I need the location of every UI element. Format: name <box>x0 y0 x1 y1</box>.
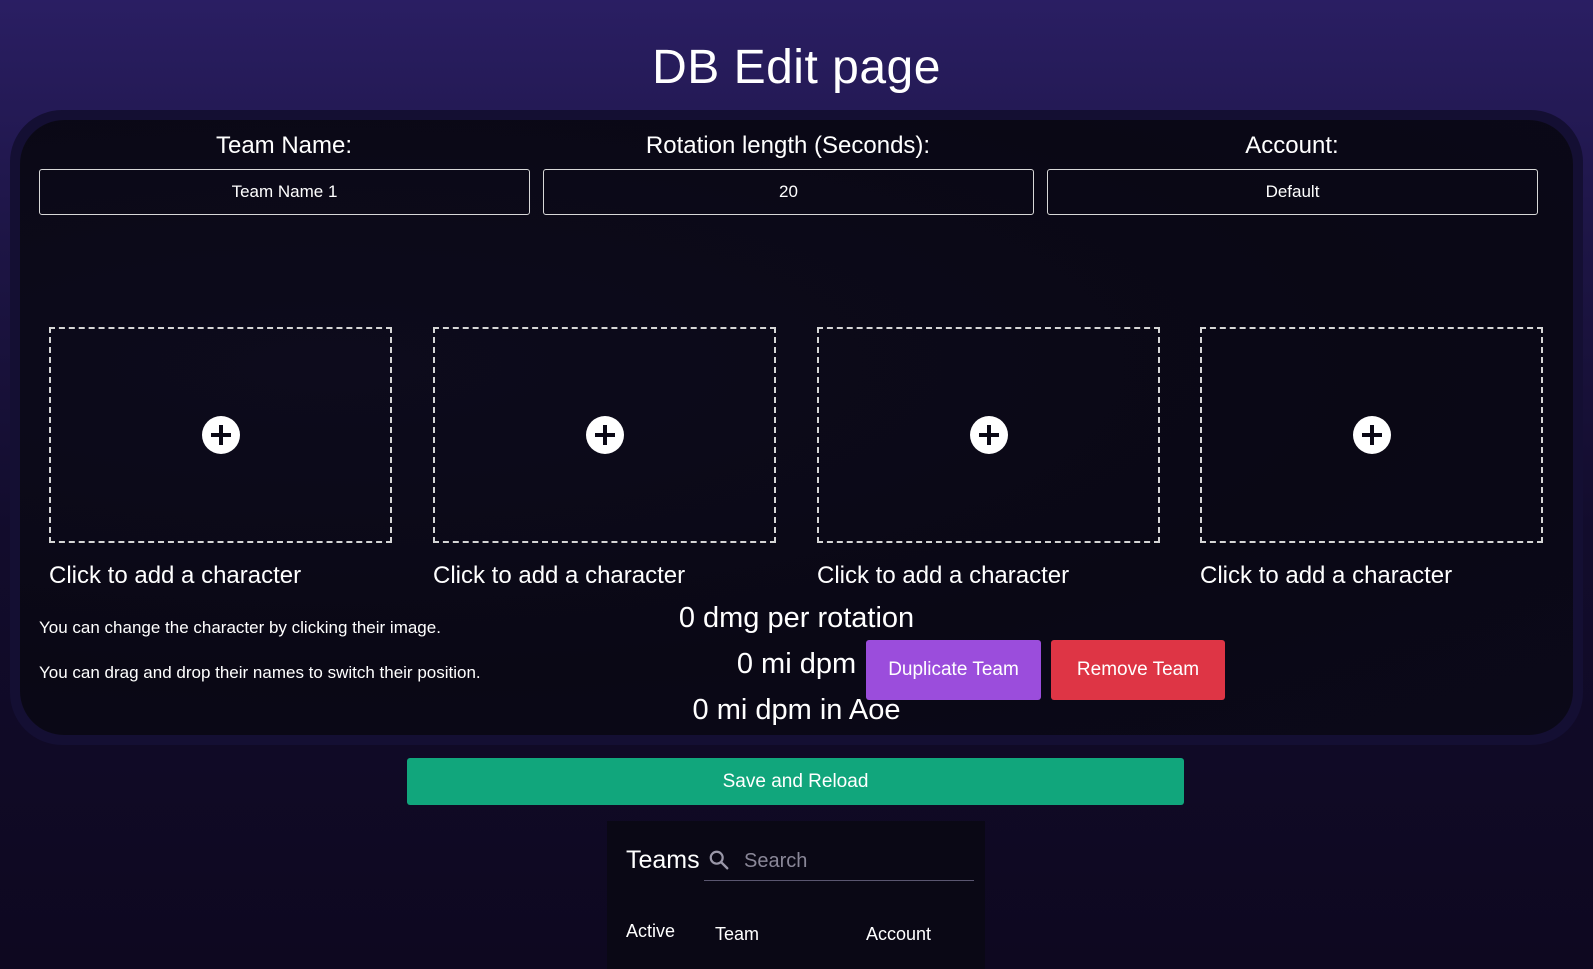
remove-team-button[interactable]: Remove Team <box>1051 640 1225 700</box>
search-icon <box>709 850 729 870</box>
search-input[interactable] <box>744 847 964 875</box>
plus-circle-icon[interactable] <box>585 416 624 454</box>
account-label: Account: <box>1245 132 1339 159</box>
teams-table-title: Teams <box>626 846 700 874</box>
character-slot-3[interactable] <box>817 327 1160 543</box>
character-slot-4[interactable] <box>1200 327 1543 543</box>
column-header-team[interactable]: Team <box>715 924 759 945</box>
plus-circle-icon[interactable] <box>201 416 240 454</box>
team-card: Team Name: Rotation length (Seconds): Ac… <box>10 110 1583 745</box>
character-slot-1[interactable] <box>49 327 392 543</box>
hint-change-character: You can change the character by clicking… <box>39 618 441 637</box>
plus-circle-icon[interactable] <box>1352 416 1391 454</box>
hint-drag-drop: You can drag and drop their names to swi… <box>39 663 481 682</box>
character-slot-4-label[interactable]: Click to add a character <box>1200 562 1452 590</box>
team-name-label: Team Name: <box>215 132 353 159</box>
rotation-length-label: Rotation length (Seconds): <box>645 132 931 159</box>
character-slot-3-label[interactable]: Click to add a character <box>817 562 1069 590</box>
account-input[interactable] <box>1047 169 1538 215</box>
save-and-reload-button[interactable]: Save and Reload <box>407 758 1184 805</box>
character-slot-1-label[interactable]: Click to add a character <box>49 562 301 590</box>
duplicate-team-button[interactable]: Duplicate Team <box>866 640 1041 700</box>
team-name-input[interactable] <box>39 169 530 215</box>
column-header-account[interactable]: Account <box>866 924 931 945</box>
mi-dpm-aoe-stat: 0 mi dpm in Aoe <box>692 694 901 726</box>
teams-table-panel: Teams Active Team Account <box>607 821 985 969</box>
rotation-length-input[interactable] <box>543 169 1034 215</box>
teams-search[interactable] <box>704 841 974 881</box>
character-slot-2-label[interactable]: Click to add a character <box>433 562 685 590</box>
page-title: DB Edit page <box>652 41 941 94</box>
character-slot-2[interactable] <box>433 327 776 543</box>
column-header-active[interactable]: Active <box>626 921 675 942</box>
team-card-body: Team Name: Rotation length (Seconds): Ac… <box>20 120 1573 735</box>
plus-circle-icon[interactable] <box>969 416 1008 454</box>
